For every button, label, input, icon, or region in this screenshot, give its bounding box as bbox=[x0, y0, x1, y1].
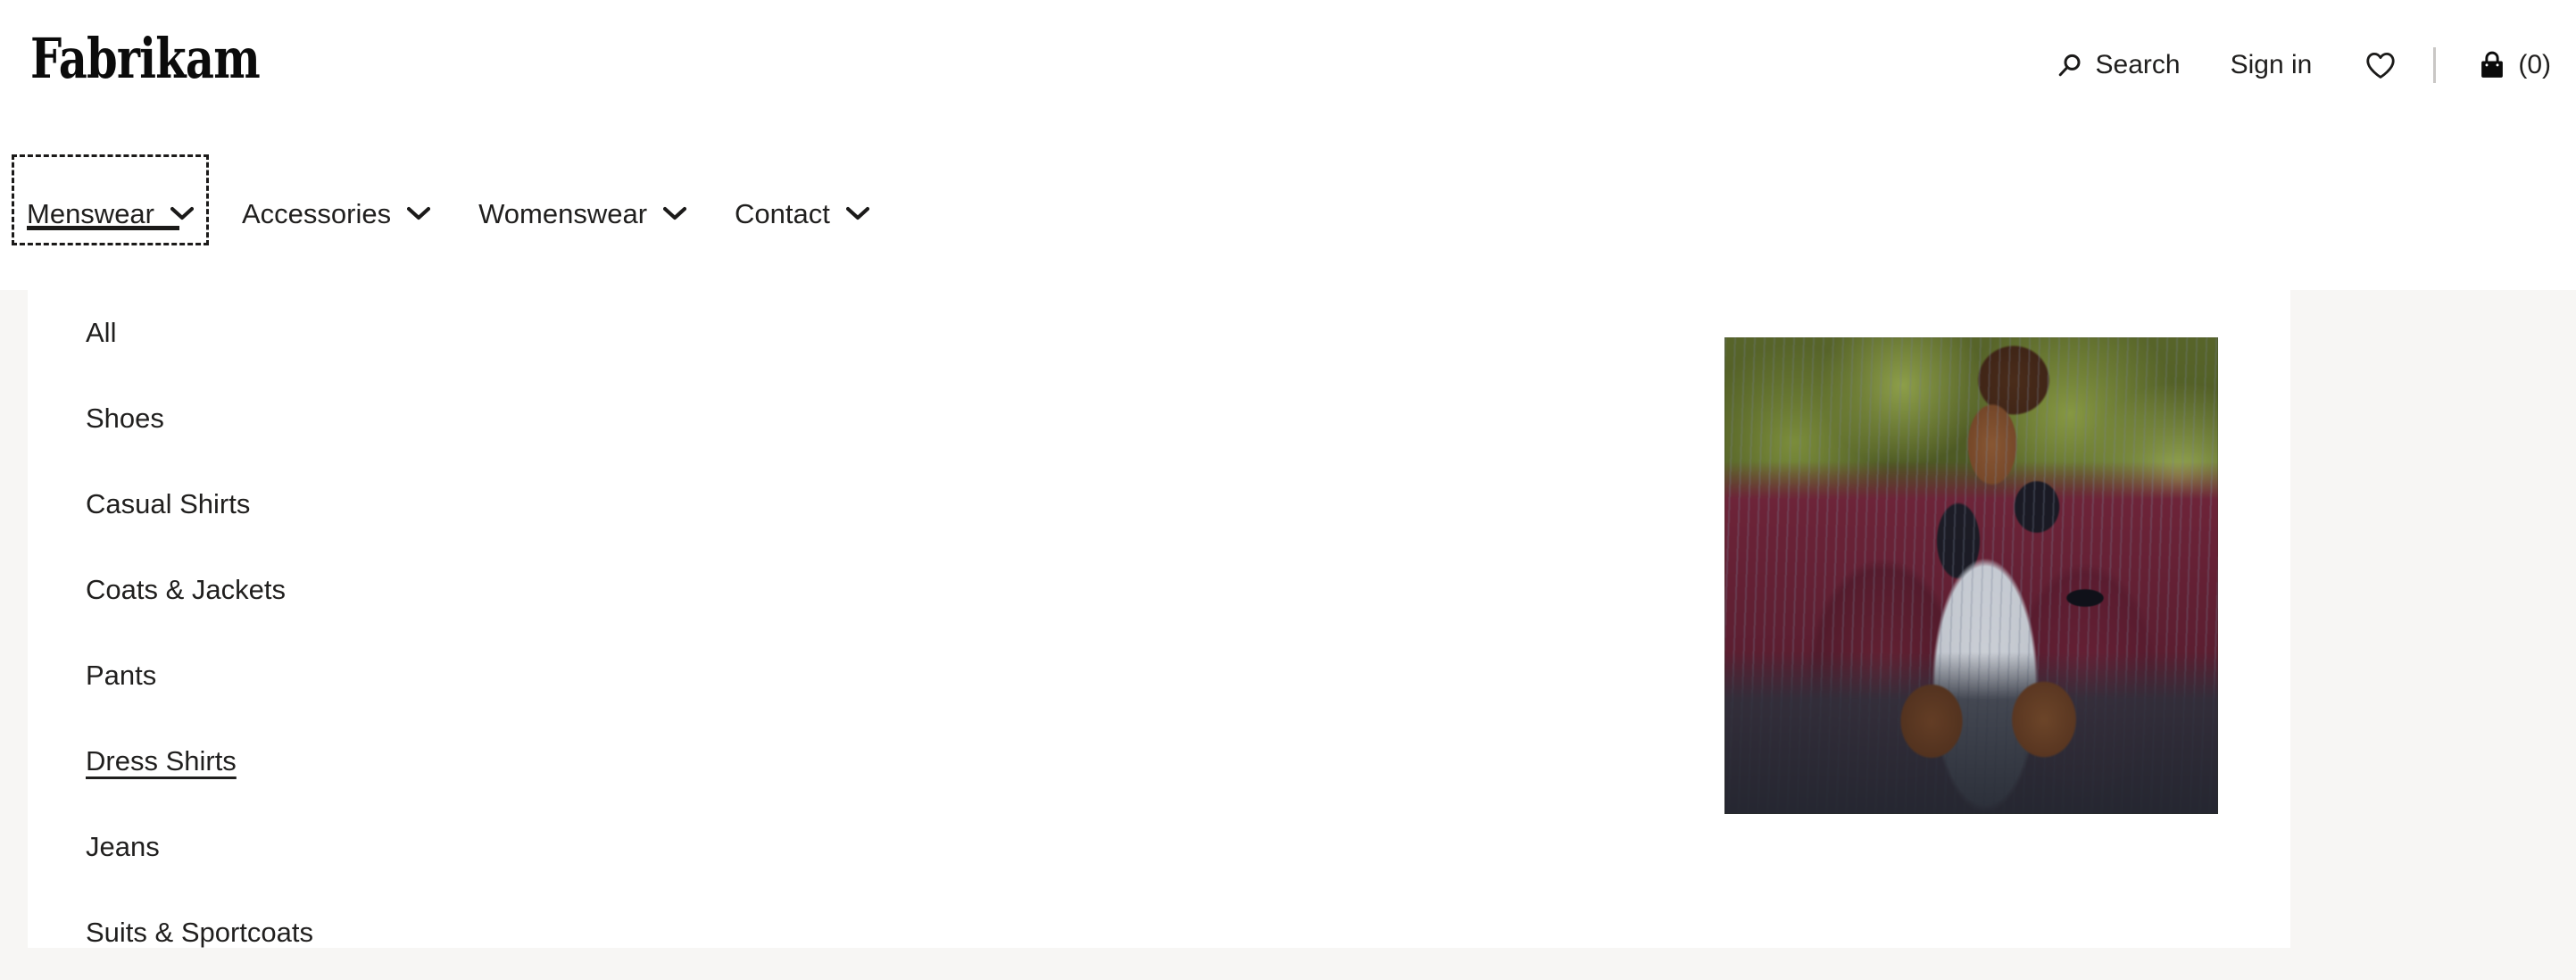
nav-item-womenswear-label: Womenswear bbox=[478, 197, 648, 229]
nav-active-underline bbox=[27, 226, 179, 230]
nav-item-contact-label: Contact bbox=[735, 197, 830, 229]
wishlist-button[interactable] bbox=[2365, 45, 2396, 86]
chevron-down-icon bbox=[170, 179, 194, 221]
chevron-down-icon bbox=[663, 179, 687, 221]
dropdown-item-all[interactable]: All bbox=[86, 290, 116, 376]
dropdown-item-dress-shirts[interactable]: Dress Shirts bbox=[86, 718, 237, 804]
nav-item-contact[interactable]: Contact bbox=[722, 157, 882, 243]
cart-button[interactable]: (0) bbox=[2479, 45, 2551, 86]
nav-item-menswear-label: Menswear bbox=[27, 197, 154, 229]
sign-in-label: Sign in bbox=[2230, 50, 2313, 79]
chevron-down-icon bbox=[845, 179, 869, 221]
header-divider bbox=[2433, 47, 2437, 83]
search-icon bbox=[2057, 52, 2083, 79]
dropdown-left-rail bbox=[0, 290, 28, 948]
dropdown-item-suits-sportcoats[interactable]: Suits & Sportcoats bbox=[86, 890, 313, 976]
nav-item-womenswear[interactable]: Womenswear bbox=[466, 157, 699, 243]
nav-item-accessories-label: Accessories bbox=[242, 197, 392, 229]
primary-navigation: Menswear Accessories Womenswear Contact bbox=[0, 154, 905, 246]
dropdown-category-list: All Shoes Casual Shirts Coats & Jackets … bbox=[86, 290, 889, 976]
chevron-down-icon bbox=[407, 179, 431, 221]
nav-item-menswear[interactable]: Menswear bbox=[12, 154, 209, 245]
dropdown-promo-image[interactable] bbox=[1724, 337, 2218, 814]
brand-logo[interactable]: Fabrikam bbox=[30, 31, 261, 87]
cart-count-label: (0) bbox=[2518, 50, 2551, 79]
menswear-dropdown-panel: All Shoes Casual Shirts Coats & Jackets … bbox=[0, 290, 2290, 948]
dropdown-item-casual-shirts[interactable]: Casual Shirts bbox=[86, 461, 250, 547]
search-label: Search bbox=[2095, 50, 2181, 79]
header-utility-bar: Search Sign in (0) bbox=[2057, 45, 2551, 86]
shopping-bag-icon bbox=[2479, 51, 2505, 79]
promo-photo bbox=[1724, 337, 2218, 814]
dropdown-item-coats-jackets[interactable]: Coats & Jackets bbox=[86, 547, 286, 633]
sign-in-button[interactable]: Sign in bbox=[2231, 45, 2313, 86]
search-button[interactable]: Search bbox=[2057, 45, 2181, 86]
dropdown-item-jeans[interactable]: Jeans bbox=[86, 804, 160, 890]
dropdown-item-shoes[interactable]: Shoes bbox=[86, 376, 164, 461]
site-header: Fabrikam Search Sign in (0) bbox=[0, 0, 2576, 290]
heart-icon bbox=[2365, 52, 2396, 79]
nav-item-accessories[interactable]: Accessories bbox=[229, 157, 443, 243]
dropdown-item-pants[interactable]: Pants bbox=[86, 633, 156, 718]
